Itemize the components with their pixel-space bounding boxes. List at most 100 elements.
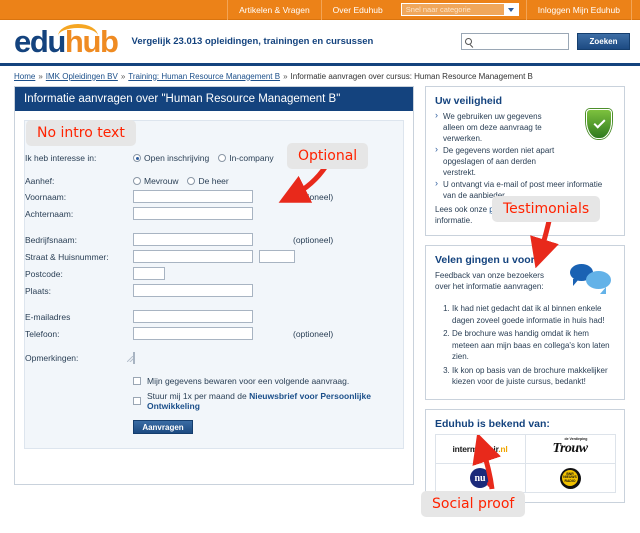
form-row-checkbox-save: Mijn gegevens bewaren voor een volgende …: [25, 374, 403, 418]
search-input[interactable]: [461, 33, 569, 50]
plaats-input[interactable]: [133, 284, 253, 297]
panel-footer-spacer: [15, 458, 413, 484]
search-icon: [465, 38, 472, 45]
spacer: [25, 342, 403, 351]
topbar-link-articles[interactable]: Artikelen & Vragen: [227, 0, 321, 20]
bedrijfsnaam-optional-note: (optioneel): [293, 234, 334, 245]
speech-bubbles-icon: [570, 264, 614, 294]
chevron-down-icon[interactable]: [503, 4, 518, 15]
form-row-submit: Aanvragen: [25, 418, 403, 436]
bedrijfsnaam-input[interactable]: [133, 233, 253, 246]
breadcrumb-separator: »: [120, 71, 126, 81]
achternaam-label: Achternaam:: [25, 208, 74, 219]
voornaam-input[interactable]: [133, 190, 253, 203]
annotation-no-intro-text: No intro text: [26, 120, 136, 146]
list-item: Ik had niet gedacht dat ik al binnen enk…: [452, 303, 615, 326]
email-label: E-mailadres: [25, 311, 71, 322]
breadcrumb-item-provider[interactable]: IMK Opleidingen BV: [46, 72, 118, 81]
checkbox-newsletter[interactable]: Stuur mij 1x per maand de Nieuwsbrief vo…: [133, 391, 403, 411]
form-row-opmerkingen: Opmerkingen:: [25, 351, 403, 365]
form-row-salutation: Aanhef: Mevrouw De heer: [25, 174, 403, 188]
interest-label: Ik heb interesse in:: [25, 153, 97, 163]
plaats-label: Plaats:: [25, 285, 51, 296]
radio-de-heer[interactable]: De heer: [187, 176, 229, 186]
checkbox-icon[interactable]: [133, 397, 141, 405]
logo-text-edu: edu: [14, 24, 66, 59]
topbar-link-login[interactable]: Inloggen Mijn Eduhub: [525, 0, 632, 20]
topbar-link-about[interactable]: Over Eduhub: [320, 0, 394, 20]
site-logo[interactable]: eduhub: [14, 24, 119, 59]
spacer: [25, 299, 403, 308]
testimonials-list: Ik had niet gedacht dat ik al binnen enk…: [435, 303, 615, 388]
bnr-logo-text: BNR NIEUWS RADIO: [562, 470, 578, 486]
page-title: Informatie aanvragen over "Human Resourc…: [15, 87, 413, 111]
form-bottom-spacer: [25, 436, 403, 448]
form-row-bedrijfsnaam: Bedrijfsnaam: (optioneel): [25, 231, 403, 248]
salutation-label: Aanhef:: [25, 176, 55, 186]
straat-input[interactable]: [133, 250, 253, 263]
plaats-optional-note: [293, 282, 403, 299]
huisnummer-input[interactable]: [259, 250, 295, 263]
category-quick-select[interactable]: Snel naar categorie: [400, 3, 519, 16]
radio-icon[interactable]: [133, 154, 141, 162]
radio-open-inschrijving[interactable]: Open inschrijving: [133, 153, 209, 163]
email-field[interactable]: [133, 310, 253, 323]
social-proof-arrow-icon: [472, 435, 501, 490]
radio-icon[interactable]: [187, 177, 196, 185]
header-search: Zoeken: [461, 33, 630, 50]
straat-label: Straat & Huisnummer:: [25, 251, 109, 262]
postcode-label: Postcode:: [25, 268, 63, 279]
form-row-postcode: Postcode:: [25, 265, 403, 282]
list-item: De brochure was handig omdat ik hem mete…: [452, 328, 615, 363]
breadcrumb-item-home[interactable]: Home: [14, 72, 35, 81]
form-row-achternaam: Achternaam:: [25, 205, 403, 222]
search-button[interactable]: Zoeken: [577, 33, 630, 50]
form-row-plaats: Plaats:: [25, 282, 403, 299]
sidebar: Uw veiligheid We gebruiken uw gegevens a…: [425, 86, 625, 512]
radio-icon[interactable]: [218, 154, 227, 162]
request-form: Ik heb interesse in: Open inschrijving I…: [24, 120, 404, 449]
trouw-logo-sup: de Verdieping: [564, 437, 588, 441]
form-row-straat: Straat & Huisnummer:: [25, 248, 403, 265]
press-logo-trouw[interactable]: de Verdieping Trouw: [524, 434, 616, 464]
form-row-email: E-mailadres: [25, 308, 403, 325]
telefoon-input[interactable]: [133, 327, 253, 340]
site-tagline: Vergelijk 23.013 opleidingen, trainingen…: [131, 36, 374, 47]
checkbox-icon[interactable]: [133, 377, 141, 385]
achternaam-input[interactable]: [133, 207, 253, 220]
breadcrumb-separator: »: [283, 71, 288, 81]
breadcrumb-item-training[interactable]: Training: Human Resource Management B: [128, 72, 280, 81]
breadcrumb: Home » IMK Opleidingen BV » Training: Hu…: [0, 66, 640, 86]
bedrijfsnaam-label: Bedrijfsnaam:: [25, 234, 77, 245]
postcode-input[interactable]: [133, 267, 165, 280]
breadcrumb-item-current: Informatie aanvragen over cursus: Human …: [290, 71, 533, 81]
radio-mevrouw[interactable]: Mevrouw: [133, 176, 178, 186]
opmerkingen-label: Opmerkingen:: [25, 353, 79, 363]
list-item: We gebruiken uw gegevens alleen om deze …: [435, 110, 559, 144]
breadcrumb-separator: »: [38, 71, 43, 81]
list-item: De gegevens worden niet apart opgeslagen…: [435, 144, 559, 178]
press-box-title: Eduhub is bekend van:: [435, 417, 550, 430]
press-logo-bnr[interactable]: BNR NIEUWS RADIO: [524, 463, 616, 493]
voornaam-label: Voornaam:: [25, 191, 67, 202]
form-row-voornaam: Voornaam: (optioneel): [25, 188, 403, 205]
submit-button[interactable]: Aanvragen: [133, 420, 193, 434]
postcode-optional-note: [293, 265, 403, 282]
top-utility-bar: Artikelen & Vragen Over Eduhub Snel naar…: [0, 0, 640, 20]
checkbox-save-data[interactable]: Mijn gegevens bewaren voor een volgende …: [133, 376, 403, 386]
privacy-note-prefix: Lees ook onze: [435, 205, 490, 214]
annotation-optional: Optional: [287, 143, 369, 169]
checkbox-save-data-label: Mijn gegevens bewaren voor een volgende …: [147, 376, 350, 386]
category-select-placeholder: Snel naar categorie: [405, 5, 471, 14]
annotation-social-proof: Social proof: [421, 491, 526, 517]
radio-in-company[interactable]: In-company: [218, 153, 274, 163]
radio-icon[interactable]: [133, 177, 141, 185]
opmerkingen-textarea[interactable]: [133, 352, 135, 364]
radio-de-heer-label: De heer: [198, 176, 229, 186]
testimonials-box: Velen gingen u voor Feedback van onze be…: [425, 245, 625, 400]
radio-in-company-label: In-company: [229, 153, 274, 163]
press-box: Eduhub is bekend van: intermediair.nl de…: [425, 408, 625, 503]
radio-open-inschrijving-label: Open inschrijving: [144, 153, 210, 163]
telefoon-optional-note: (optioneel): [293, 328, 334, 339]
email-optional-note: [293, 308, 403, 325]
